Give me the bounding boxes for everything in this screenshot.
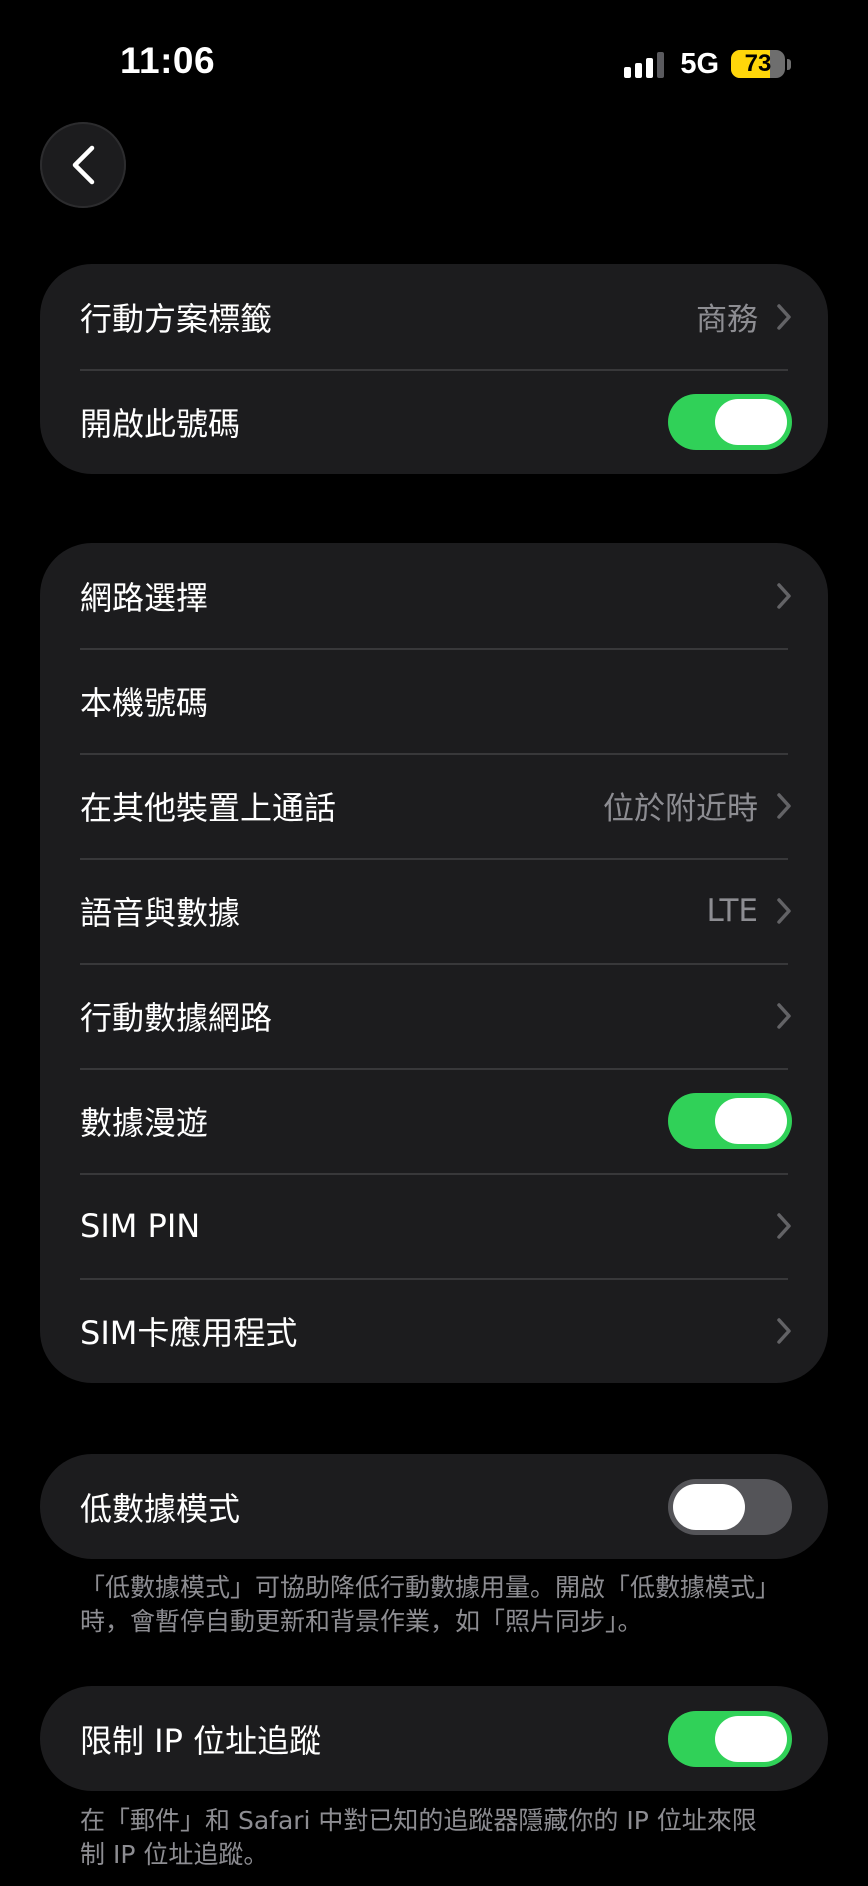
voice-data-row[interactable]: 語音與數據 LTE — [40, 858, 828, 963]
toggle-knob — [673, 1483, 745, 1530]
voice-data-value: LTE — [706, 892, 758, 929]
chevron-right-icon — [776, 303, 792, 331]
chevron-left-icon — [72, 145, 95, 185]
data-roaming-label: 數據漫遊 — [80, 1103, 209, 1142]
network-selection-row[interactable]: 網路選擇 — [40, 543, 828, 648]
chevron-right-icon — [776, 1212, 792, 1240]
sim-apps-row[interactable]: SIM卡應用程式 — [40, 1278, 828, 1383]
toggle-knob — [715, 398, 787, 445]
data-roaming-row: 數據漫遊 — [40, 1068, 828, 1173]
limit-ip-tracking-toggle[interactable] — [668, 1710, 792, 1767]
sim-pin-label: SIM PIN — [80, 1206, 201, 1245]
limit-ip-tracking-footnote: 在「郵件」和 Safari 中對已知的追蹤器隱藏你的 IP 位址來限制 IP 位… — [80, 1806, 757, 1869]
battery-tip — [787, 58, 791, 70]
chevron-right-icon — [776, 792, 792, 820]
back-button[interactable] — [40, 122, 126, 208]
enable-number-label: 開啟此號碼 — [80, 404, 241, 443]
enable-number-toggle[interactable] — [668, 393, 792, 450]
toggle-knob — [715, 1097, 787, 1144]
data-roaming-toggle[interactable] — [668, 1092, 792, 1149]
toggle-knob — [715, 1715, 787, 1762]
sim-apps-label: SIM卡應用程式 — [80, 1313, 298, 1352]
calls-other-devices-value: 位於附近時 — [603, 791, 758, 827]
plan-settings-group: 行動方案標籤 商務 開啟此號碼 — [40, 264, 828, 474]
cellular-data-network-label: 行動數據網路 — [80, 998, 273, 1037]
chevron-right-icon — [776, 1317, 792, 1345]
plan-label-value: 商務 — [696, 302, 758, 338]
low-data-mode-toggle[interactable] — [668, 1478, 792, 1535]
sim-pin-row[interactable]: SIM PIN — [40, 1173, 828, 1278]
low-data-mode-row: 低數據模式 — [40, 1454, 828, 1559]
limit-ip-tracking-group: 限制 IP 位址追蹤 — [40, 1686, 828, 1791]
chevron-right-icon — [776, 1002, 792, 1030]
network-type-label: 5G — [680, 47, 719, 80]
cellular-data-network-row[interactable]: 行動數據網路 — [40, 963, 828, 1068]
my-number-label: 本機號碼 — [80, 683, 209, 722]
low-data-mode-group: 低數據模式 — [40, 1454, 828, 1559]
status-indicators: 5G 73 — [624, 47, 791, 81]
plan-label-label: 行動方案標籤 — [80, 299, 273, 338]
chevron-right-icon — [776, 582, 792, 610]
calls-other-devices-label: 在其他裝置上通話 — [80, 788, 337, 827]
limit-ip-tracking-row: 限制 IP 位址追蹤 — [40, 1686, 828, 1791]
plan-label-row[interactable]: 行動方案標籤 商務 — [40, 264, 828, 369]
battery-icon: 73 — [731, 50, 785, 78]
status-time: 11:06 — [120, 40, 216, 81]
chevron-right-icon — [776, 897, 792, 925]
cellular-options-group: 網路選擇 本機號碼 在其他裝置上通話 位於附近時 語音與數據 LTE 行動數據網… — [40, 543, 828, 1383]
cellular-signal-icon — [624, 50, 665, 78]
low-data-mode-footnote: 「低數據模式」可協助降低行動數據用量。開啟「低數據模式」時，會暫停自動更新和背景… — [80, 1573, 781, 1636]
my-number-row[interactable]: 本機號碼 — [40, 648, 828, 753]
network-selection-label: 網路選擇 — [80, 578, 209, 617]
enable-number-row: 開啟此號碼 — [40, 369, 828, 474]
calls-other-devices-row[interactable]: 在其他裝置上通話 位於附近時 — [40, 753, 828, 858]
voice-data-label: 語音與數據 — [80, 893, 241, 932]
battery-percentage: 73 — [744, 50, 772, 77]
low-data-mode-label: 低數據模式 — [80, 1489, 241, 1528]
limit-ip-tracking-label: 限制 IP 位址追蹤 — [80, 1721, 322, 1760]
